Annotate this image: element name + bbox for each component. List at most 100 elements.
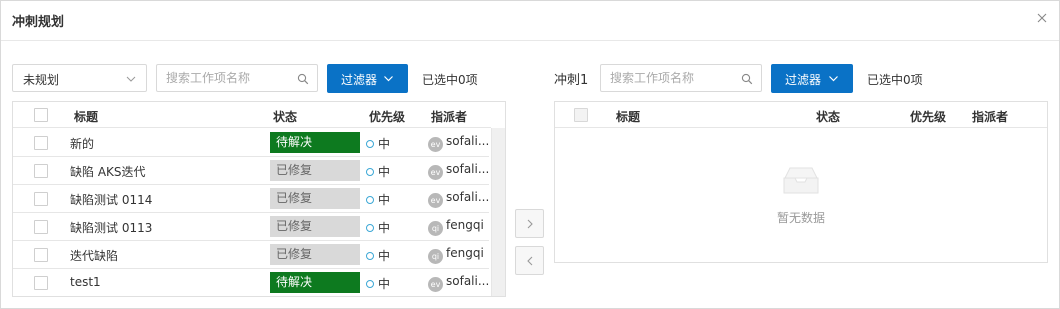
row-title[interactable]: 缺陷 AKS迭代 [70,163,146,180]
left-workitem-table: 标题 状态 优先级 指派者 新的 待解决中 ev sofali... 缺陷 AKS迭代已… [12,101,506,297]
column-priority: 优先级 [910,110,947,124]
priority-dot-icon [366,252,374,260]
chevron-down-icon [383,73,394,84]
left-selected-count: 已选中0项 [422,73,478,87]
assignee-cell: qi fengqi [428,218,484,236]
right-search-input[interactable] [601,65,761,91]
sprint-label: 冲刺1 [554,73,589,88]
column-status: 状态 [273,110,298,124]
select-all-checkbox[interactable] [34,108,48,122]
priority-label: 中 [378,221,391,235]
status-badge: 已修复 [270,244,360,265]
row-checkbox[interactable] [34,164,48,178]
priority-dot-icon [366,196,374,204]
row-title[interactable]: 迭代缺陷 [70,247,118,264]
iteration-select[interactable]: 未规划 [12,64,147,92]
select-all-checkbox[interactable] [574,108,588,122]
row-title[interactable]: 新的 [70,135,94,152]
assignee-cell: ev sofali... [428,162,489,180]
priority-label: 中 [378,249,391,263]
row-checkbox[interactable] [34,248,48,262]
table-row[interactable]: 新的 待解决 中 ev sofali... [13,129,489,157]
left-table-header: 标题 状态 优先级 指派者 [13,102,491,128]
row-title[interactable]: 缺陷测试 0114 [70,191,152,208]
assignee-name: sofali... [446,162,490,176]
right-selected-count: 已选中0项 [867,73,923,87]
move-left-button[interactable] [515,246,544,275]
sprint-planning-dialog: 冲刺规划 未规划 过滤器 已选中0项 标题 状态 优先级 指派者 新的待 [0,0,1060,309]
assignee-cell: ev sofali... [428,190,489,208]
avatar: ev [428,137,443,152]
avatar: ev [428,165,443,180]
avatar: ev [428,277,443,292]
priority-dot-icon [366,224,374,232]
status-badge: 待解决 [270,132,360,153]
priority-label: 中 [378,277,391,291]
search-icon [741,73,753,85]
priority-label: 中 [378,165,391,179]
column-title: 标题 [616,110,641,124]
row-checkbox[interactable] [34,192,48,206]
right-search-field[interactable] [600,64,762,92]
priority-cell: 中 [366,163,390,180]
dialog-header: 冲刺规划 [1,1,1059,41]
priority-cell: 中 [366,247,390,264]
priority-cell: 中 [366,219,390,236]
assignee-name: fengqi [446,218,484,232]
assignee-name: sofali... [446,134,490,148]
table-row[interactable]: 缺陷测试 0113 已修复 中 qi fengqi [13,213,489,241]
status-badge: 已修复 [270,160,360,181]
search-icon [297,73,309,85]
row-title[interactable]: test1 [70,275,101,289]
priority-cell: 中 [366,275,390,292]
right-workitem-table: 标题 状态 优先级 指派者 暂无数据 [554,101,1048,263]
assignee-name: fengqi [446,246,484,260]
priority-dot-icon [366,140,374,148]
iteration-select-value: 未规划 [23,73,60,87]
assignee-cell: ev sofali... [428,274,489,292]
avatar: qi [428,221,443,236]
assignee-name: sofali... [446,190,490,204]
priority-label: 中 [378,193,391,207]
row-checkbox[interactable] [34,276,48,290]
column-status: 状态 [816,110,841,124]
assignee-cell: ev sofali... [428,134,489,152]
right-table-header: 标题 状态 优先级 指派者 [555,102,1047,128]
chevron-right-icon [527,219,533,229]
avatar: ev [428,193,443,208]
status-badge: 已修复 [270,216,360,237]
table-row[interactable]: 缺陷 AKS迭代 已修复 中 ev sofali... [13,157,489,185]
column-title: 标题 [74,110,99,124]
column-priority: 优先级 [369,110,406,124]
left-filter-button[interactable]: 过滤器 [327,64,408,93]
status-badge: 待解决 [270,272,360,293]
row-checkbox[interactable] [34,220,48,234]
status-badge: 已修复 [270,188,360,209]
table-row[interactable]: 迭代缺陷 已修复 中 qi fengqi [13,241,489,269]
avatar: qi [428,249,443,264]
close-icon[interactable] [1033,9,1051,27]
dialog-title: 冲刺规划 [12,15,65,30]
assignee-name: sofali... [446,274,490,288]
assignee-cell: qi fengqi [428,246,484,264]
left-search-field[interactable] [156,64,318,92]
priority-cell: 中 [366,135,390,152]
table-row[interactable]: 缺陷测试 0114 已修复 中 ev sofali... [13,185,489,213]
priority-dot-icon [366,280,374,288]
column-assignee: 指派者 [972,110,1009,124]
left-table-scrollbar[interactable] [491,128,505,296]
right-filter-label: 过滤器 [785,73,822,87]
move-right-button[interactable] [515,209,544,238]
table-row[interactable]: test1 待解决 中 ev sofali... [13,269,489,296]
chevron-left-icon [527,256,533,266]
column-assignee: 指派者 [431,110,468,124]
right-filter-button[interactable]: 过滤器 [771,64,853,93]
chevron-down-icon [125,73,137,85]
empty-inbox-icon [780,164,822,196]
priority-label: 中 [378,137,391,151]
left-filter-label: 过滤器 [341,73,378,87]
row-title[interactable]: 缺陷测试 0113 [70,219,152,236]
empty-state-text: 暂无数据 [776,211,825,225]
left-search-input[interactable] [157,65,317,91]
row-checkbox[interactable] [34,136,48,150]
